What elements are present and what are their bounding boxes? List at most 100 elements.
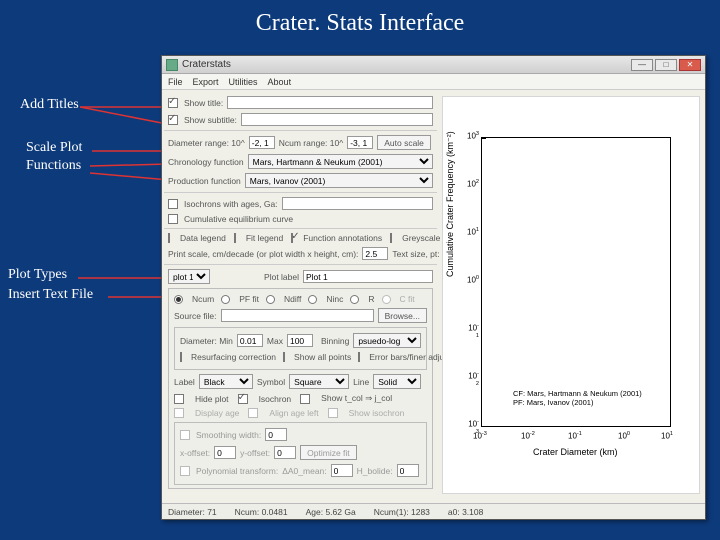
diam-range-input[interactable] xyxy=(249,136,275,149)
status-a0: a0: 3.108 xyxy=(448,507,483,517)
type-cf-radio[interactable] xyxy=(382,295,391,304)
ytick: 10-2 xyxy=(467,371,479,390)
form-panel: Show title: Show subtitle: Diameter rang… xyxy=(168,96,433,496)
show-isochron2-label: Show isochron xyxy=(349,408,405,418)
menu-about[interactable]: About xyxy=(268,77,292,87)
binning-select[interactable]: psuedo-log xyxy=(353,333,421,348)
diam-range-label: Diameter range: 10^ xyxy=(168,138,245,148)
dmin-label: Diameter: Min xyxy=(180,336,233,346)
type-ncum-radio[interactable] xyxy=(174,295,183,304)
type-ndiff-radio[interactable] xyxy=(266,295,275,304)
xtick: 10-3 xyxy=(473,431,487,441)
chart-legend: CF: Mars, Hartmann & Neukum (2001) PF: M… xyxy=(513,389,642,408)
dmax-input[interactable] xyxy=(287,334,313,347)
fit-legend-check[interactable] xyxy=(234,233,236,243)
window-max-button[interactable]: □ xyxy=(655,59,677,71)
xoff-input[interactable] xyxy=(214,446,236,459)
chron-fn-label: Chronology function xyxy=(168,157,244,167)
menu-export[interactable]: Export xyxy=(193,77,219,87)
hbolide-label: H_bolide: xyxy=(357,466,393,476)
show-subtitle-input[interactable] xyxy=(241,113,433,126)
chron-fn-select[interactable]: Mars, Hartmann & Neukum (2001) xyxy=(248,154,433,169)
smoothing-label: Smoothing width: xyxy=(196,430,261,440)
browse-button[interactable]: Browse... xyxy=(378,308,427,323)
prod-fn-label: Production function xyxy=(168,176,241,186)
binning-label: Binning xyxy=(321,336,349,346)
show-tcol-check[interactable] xyxy=(300,394,310,404)
ncum-range-label: Ncum range: 10^ xyxy=(279,138,343,148)
isochron-ages-input[interactable] xyxy=(282,197,433,210)
print-scale-input[interactable] xyxy=(362,247,388,260)
poly-label: Polynomial transform: xyxy=(196,466,278,476)
ncum-range-input[interactable] xyxy=(347,136,373,149)
plot-label-label: Plot label xyxy=(264,272,299,282)
chart-ylabel: Cumulative Crater Frequency (km⁻²) xyxy=(445,131,456,277)
smoothing-input[interactable] xyxy=(265,428,287,441)
line-select[interactable]: Solid xyxy=(373,374,421,389)
type-pf-radio[interactable] xyxy=(221,295,230,304)
slide-title: Crater. Stats Interface xyxy=(0,10,720,37)
annot-add-titles: Add Titles xyxy=(20,97,79,113)
show-all-check[interactable] xyxy=(283,352,285,362)
show-subtitle-label: Show subtitle: xyxy=(184,115,237,125)
source-label: Source file: xyxy=(174,311,217,321)
smoothing-check xyxy=(180,430,190,440)
text-size-label: Text size, pt: xyxy=(392,249,439,259)
window-min-button[interactable]: — xyxy=(631,59,653,71)
type-ndiff-label: Ndiff xyxy=(284,294,301,304)
type-r-radio[interactable] xyxy=(350,295,359,304)
err-adjust-check[interactable] xyxy=(358,352,360,362)
data-legend-label: Data legend xyxy=(180,233,226,243)
hide-plot-label: Hide plot xyxy=(195,394,229,404)
resurf-check[interactable] xyxy=(180,352,182,362)
a0-label: ΔA0_mean: xyxy=(282,466,326,476)
greyscale-check[interactable] xyxy=(390,233,392,243)
source-file-input[interactable] xyxy=(221,309,374,322)
show-subtitle-check[interactable] xyxy=(168,115,178,125)
optimize-button[interactable]: Optimize fit xyxy=(300,445,357,460)
smoothing-subpanel: Smoothing width: x-offset: y-offset: Opt… xyxy=(174,422,427,485)
a0-input[interactable] xyxy=(331,464,353,477)
window-close-button[interactable]: ✕ xyxy=(679,59,701,71)
resurf-label: Resurfacing correction xyxy=(191,352,276,362)
hide-plot-check[interactable] xyxy=(174,394,184,404)
prod-fn-select[interactable]: Mars, Ivanov (2001) xyxy=(245,173,433,188)
fn-annot-check[interactable] xyxy=(291,233,293,243)
xtick: 10-1 xyxy=(568,431,582,441)
label-color-select[interactable]: Black xyxy=(199,374,253,389)
isochron-ages-label: Isochrons with ages, Ga: xyxy=(184,199,278,209)
show-title-check[interactable] xyxy=(168,98,178,108)
dmin-input[interactable] xyxy=(237,334,263,347)
isochron-ages-check[interactable] xyxy=(168,199,178,209)
yoff-input[interactable] xyxy=(274,446,296,459)
xtick: 100 xyxy=(618,431,630,441)
status-diameter: Diameter: 71 xyxy=(168,507,217,517)
show-title-input[interactable] xyxy=(227,96,433,109)
fit-legend-label: Fit legend xyxy=(246,233,283,243)
annot-functions: Functions xyxy=(26,158,81,174)
plot-list-select[interactable]: plot 1 xyxy=(168,269,210,284)
yoff-label: y-offset: xyxy=(240,448,270,458)
window-title: Craterstats xyxy=(182,59,231,70)
symbol-select[interactable]: Square xyxy=(289,374,349,389)
menu-file[interactable]: File xyxy=(168,77,183,87)
auto-scale-button[interactable]: Auto scale xyxy=(377,135,431,150)
isochron-check[interactable] xyxy=(238,394,248,404)
isochron-label: Isochron xyxy=(259,394,292,404)
legend-pf: PF: Mars, Ivanov (2001) xyxy=(513,398,642,407)
menu-utilities[interactable]: Utilities xyxy=(229,77,258,87)
type-ninc-radio[interactable] xyxy=(308,295,317,304)
type-r-label: R xyxy=(368,294,374,304)
arrow-icon xyxy=(90,172,172,186)
hbolide-input[interactable] xyxy=(397,464,419,477)
data-legend-check[interactable] xyxy=(168,233,170,243)
cum-eq-check[interactable] xyxy=(168,214,178,224)
arrow-icon xyxy=(92,148,172,158)
plot-label-input[interactable] xyxy=(303,270,433,283)
status-ncum: Ncum: 0.0481 xyxy=(235,507,288,517)
show-all-label: Show all points xyxy=(294,352,351,362)
display-age-label: Display age xyxy=(195,408,239,418)
legend-cf: CF: Mars, Hartmann & Neukum (2001) xyxy=(513,389,642,398)
type-ninc-label: Ninc xyxy=(326,294,343,304)
ytick: 10-1 xyxy=(467,323,479,342)
